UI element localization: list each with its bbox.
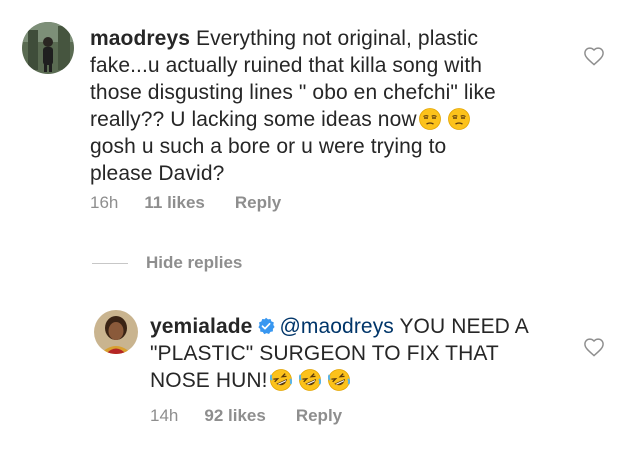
- comment-text-line: Everything not original, plastic: [195, 27, 479, 50]
- hide-replies-toggle[interactable]: Hide replies: [92, 253, 242, 273]
- reply-line-2: "PLASTIC" SURGEON TO FIX THAT: [150, 342, 499, 365]
- rolling-on-floor-laughing-emoji-icon: [269, 369, 292, 391]
- comment-time: 16h: [90, 193, 119, 212]
- avatar-photo-icon: [94, 310, 138, 354]
- reply-text-segment: NOSE HUN!: [150, 369, 268, 392]
- comment-line-1: maodreys Everything not original, plasti…: [90, 25, 570, 52]
- comment-line-4: really?? U lacking some ideas now: [90, 106, 570, 133]
- reply-text-segment: YOU NEED A: [399, 315, 529, 338]
- comment-text: maodreys Everything not original, plasti…: [90, 25, 570, 187]
- comment-line-2: fake...u actually ruined that killa song…: [90, 54, 483, 77]
- heart-icon[interactable]: [583, 337, 605, 357]
- reply-text: yemialade @maodreys YOU NEED A "PLASTIC"…: [150, 313, 570, 394]
- reply-button[interactable]: Reply: [296, 406, 342, 426]
- comment-line-3: those disgusting lines " obo en chefchi"…: [90, 81, 496, 104]
- avatar[interactable]: [94, 310, 138, 354]
- heart-icon[interactable]: [583, 46, 605, 66]
- avatar-photo-icon: [22, 22, 74, 74]
- comment-line-5: gosh u such a bore or u were trying to: [90, 135, 447, 158]
- comment-text-line: really?? U lacking some ideas now: [90, 108, 417, 131]
- reply-likes[interactable]: 92 likes: [204, 406, 265, 426]
- comment-meta: 16h 11 likes Reply: [90, 193, 281, 213]
- unamused-face-emoji-icon: [418, 108, 441, 130]
- verified-badge-icon: [257, 315, 276, 335]
- mention-link[interactable]: @maodreys: [279, 315, 393, 338]
- comment-username[interactable]: maodreys: [90, 27, 190, 50]
- reply-button[interactable]: Reply: [235, 193, 281, 213]
- comment-likes[interactable]: 11 likes: [144, 193, 205, 213]
- comment-line-6: please David?: [90, 162, 225, 185]
- unamused-face-emoji-icon: [447, 108, 470, 130]
- reply-line-1: yemialade @maodreys YOU NEED A: [150, 313, 570, 340]
- hide-replies-label[interactable]: Hide replies: [146, 253, 242, 273]
- reply-username[interactable]: yemialade: [150, 315, 252, 338]
- hide-replies-divider: [92, 262, 128, 264]
- rolling-on-floor-laughing-emoji-icon: [327, 369, 350, 391]
- reply-meta: 14h 92 likes Reply: [150, 406, 342, 426]
- comments-thread: maodreys Everything not original, plasti…: [0, 0, 640, 456]
- rolling-on-floor-laughing-emoji-icon: [298, 369, 321, 391]
- reply-line-3: NOSE HUN!: [150, 367, 570, 394]
- avatar[interactable]: [22, 22, 74, 74]
- reply-time: 14h: [150, 406, 179, 425]
